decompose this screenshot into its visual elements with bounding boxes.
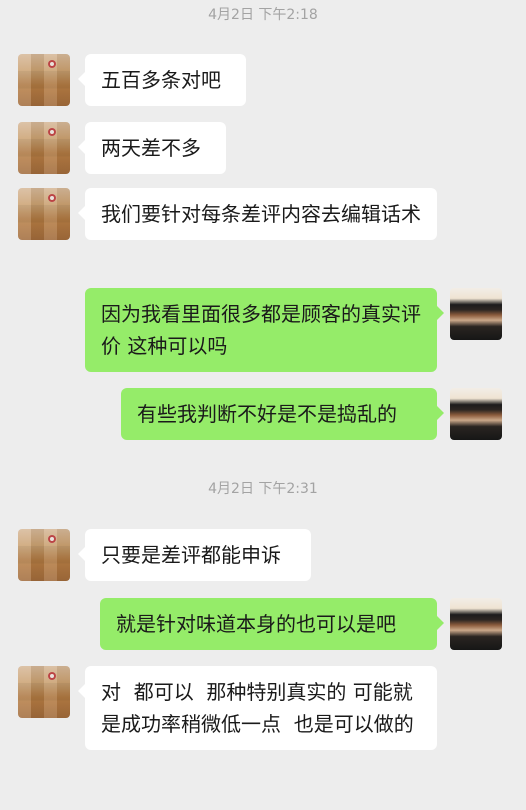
- contact-avatar[interactable]: [18, 54, 70, 106]
- contact-avatar[interactable]: [18, 188, 70, 240]
- chat-view: 4月2日 下午2:18 五百多条对吧 两天差不多 我们要针对每条差评内容去编辑话…: [0, 0, 526, 810]
- dog-avatar-icon: [48, 672, 56, 680]
- contact-avatar[interactable]: [18, 122, 70, 174]
- message-bubble-incoming[interactable]: 两天差不多: [78, 122, 226, 174]
- contact-avatar[interactable]: [18, 666, 70, 718]
- message-bubble-incoming[interactable]: 五百多条对吧: [78, 54, 246, 106]
- message-bubble-outgoing[interactable]: 就是针对味道本身的也可以是吧: [100, 598, 444, 650]
- dog-avatar-icon: [48, 128, 56, 136]
- message-bubble-incoming[interactable]: 我们要针对每条差评内容去编辑话术: [78, 188, 437, 240]
- dog-avatar-icon: [48, 194, 56, 202]
- contact-avatar[interactable]: [18, 529, 70, 581]
- message-bubble-incoming[interactable]: 只要是差评都能申诉: [78, 529, 311, 581]
- self-avatar[interactable]: [450, 388, 502, 440]
- timestamp: 4月2日 下午2:31: [208, 481, 318, 497]
- self-avatar[interactable]: [450, 288, 502, 340]
- dog-avatar-icon: [48, 60, 56, 68]
- timestamp: 4月2日 下午2:18: [208, 7, 318, 23]
- message-bubble-outgoing[interactable]: 有些我判断不好是不是捣乱的: [121, 388, 444, 440]
- message-bubble-incoming[interactable]: 对 都可以 那种特别真实的 可能就是成功率稍微低一点 也是可以做的: [78, 666, 437, 750]
- dog-avatar-icon: [48, 535, 56, 543]
- self-avatar[interactable]: [450, 598, 502, 650]
- message-bubble-outgoing[interactable]: 因为我看里面很多都是顾客的真实评价 这种可以吗: [85, 288, 444, 372]
